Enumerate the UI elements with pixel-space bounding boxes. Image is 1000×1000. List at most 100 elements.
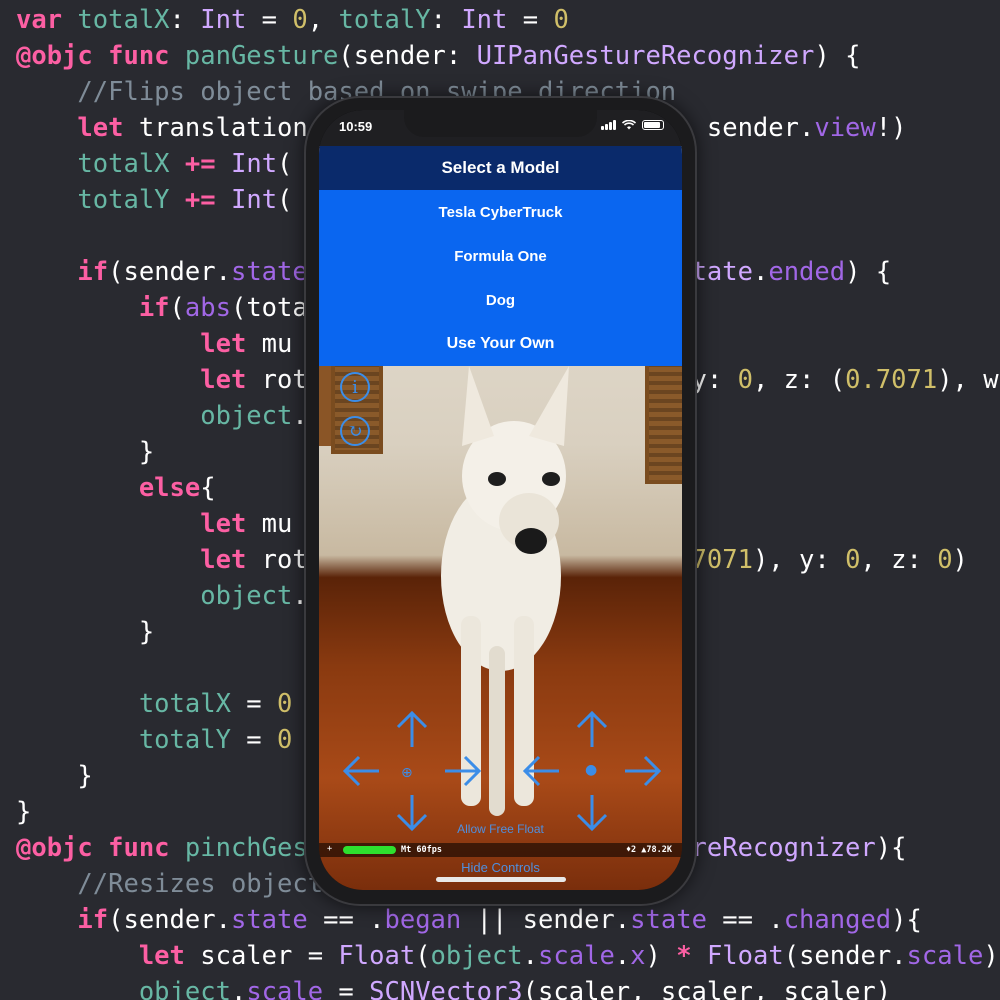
code-token: ) { [845,257,892,287]
code-token: = [507,5,554,35]
code-token: !) [875,113,907,143]
code-token: 0 [845,545,861,575]
wifi-icon [622,120,636,130]
code-token: view [814,113,876,143]
code-token: UIPanGestureRecognizer [476,41,815,71]
code-token: 0 [553,5,569,35]
code-token: += [184,149,216,179]
rotate-up-arrow-icon[interactable] [572,709,612,749]
reset-rotation-icon[interactable]: ↻ [340,416,370,446]
code-line: //Resizes object [16,866,323,902]
code-token: Int [200,5,247,35]
code-token: scale [538,941,615,971]
code-token: ){ [891,905,922,935]
code-token: Float [706,941,784,971]
code-token: (sender. [783,941,907,971]
code-token: (sender: [338,41,477,71]
code-token: let [77,113,124,143]
code-token: } [16,761,93,791]
code-token: Int [230,149,278,179]
code-token: += [184,185,216,215]
move-up-arrow-icon[interactable] [392,709,432,749]
home-indicator[interactable] [436,877,566,882]
code-line: else{ [16,470,216,506]
fps-meter [343,846,396,854]
stats-fps: Mt 60fps [401,845,442,855]
hide-controls-button[interactable]: Hide Controls [319,860,682,875]
code-token: , [307,5,339,35]
code-token: 0 [737,365,753,395]
code-token: panGesture [184,41,339,71]
code-token: ( [277,149,293,179]
code-line: } [16,794,31,830]
code-token: == . [706,905,784,935]
code-token: let [200,545,247,575]
code-token: scale [246,977,324,1000]
menu-item-use-your-own[interactable]: Use Your Own [319,322,682,366]
allow-free-float-button[interactable]: Allow Free Float [319,822,682,836]
menu-item-tesla-cybertruck[interactable]: Tesla CyberTruck [319,190,682,234]
code-line: let mu [16,326,292,362]
code-token: ){ [875,833,907,863]
code-token: ( [277,185,293,215]
code-token: totalX [77,5,170,35]
code-token: (sender. [108,257,231,287]
code-line: totalX += Int( [16,146,292,182]
move-left-arrow-icon[interactable] [341,751,381,791]
info-icon[interactable]: i [340,372,370,402]
rotate-right-arrow-icon[interactable] [623,751,663,791]
code-token: || sender. [461,905,631,935]
status-bar: 10:59 [319,110,682,146]
rotate-center-icon[interactable]: ● [585,762,597,778]
move-center-icon[interactable]: ⊕ [401,765,413,781]
code-token: object [430,941,523,971]
code-line: object.scale = SCNVector3(scaler, scaler… [16,974,891,1000]
code-token: let [200,329,247,359]
code-token: 0 [937,545,953,575]
menu-item-dog[interactable]: Dog [319,278,682,322]
code-token: //Resizes object [77,869,324,899]
code-token: , z: ( [752,365,846,395]
code-line: @objc func panGesture(sender: UIPanGestu… [16,38,860,74]
code-token: @objc func [16,833,170,863]
code-token: } [16,797,32,827]
code-token: : [169,5,201,35]
code-token: 0 [277,725,293,755]
code-token: let [200,509,247,539]
code-token: , z: [860,545,938,575]
code-token: let [138,941,185,971]
code-token: @objc func [16,41,170,71]
battery-icon [642,120,664,130]
iphone-frame: 10:59 Select a Model Tesla CyberTruck Fo… [304,96,697,906]
code-token: mu [246,329,293,359]
code-token: ) { [814,41,861,71]
code-token: totalY [338,5,431,35]
menu-title: Select a Model [319,146,682,190]
code-token: SCNVector3 [369,977,523,1000]
stats-expand-icon[interactable]: + [327,844,332,854]
move-right-arrow-icon[interactable] [443,751,483,791]
code-line: let scaler = Float(object.scale.x) * Flo… [16,938,999,974]
code-token: . [230,977,247,1000]
rotate-left-arrow-icon[interactable] [521,751,561,791]
code-line: if(sender.state == .began || sender.stat… [16,902,922,938]
code-token: if [77,257,109,287]
code-token: (scaler, scaler, scaler) [522,977,892,1000]
scenekit-stats-bar: + Mt 60fps ♦2 ▲78.2K [319,843,682,857]
menu-item-formula-one[interactable]: Formula One [319,234,682,278]
